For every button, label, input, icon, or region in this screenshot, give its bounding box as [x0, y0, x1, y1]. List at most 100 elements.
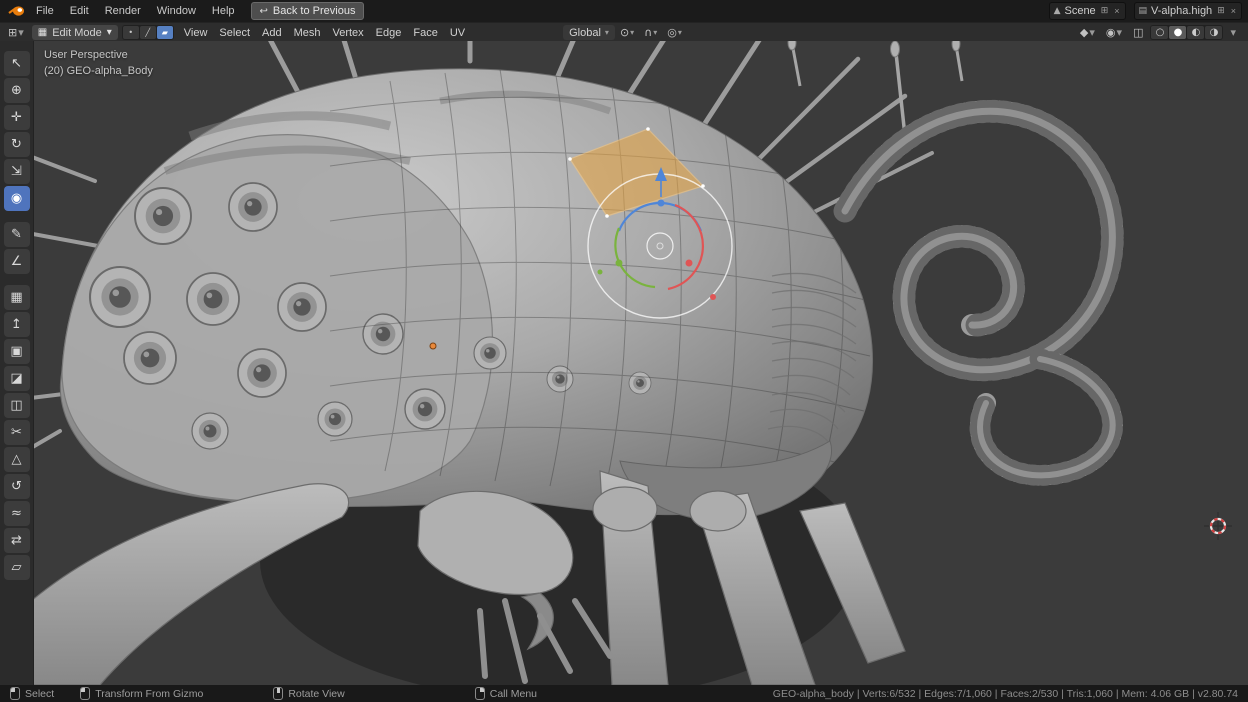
overlays-icon: ◉	[1106, 26, 1116, 39]
active-object-label: (20) GEO-alpha_Body	[44, 63, 153, 79]
tool-inset-faces[interactable]: ▣	[4, 339, 30, 364]
perspective-label: User Perspective	[44, 47, 153, 63]
gizmos-dropdown[interactable]: ◆ ▾	[1076, 26, 1099, 39]
tool-smooth[interactable]: ≈	[4, 501, 30, 526]
new-view-layer-icon[interactable]: ⊞	[1216, 6, 1226, 16]
snap-magnet-icon: ∩	[644, 26, 652, 39]
mouse-right-icon	[475, 687, 485, 700]
hint-select-label: Select	[25, 688, 54, 700]
tool-select-box[interactable]: ↖	[4, 51, 30, 76]
editor-type-icon: ⊞	[8, 26, 17, 39]
orientation-label: Global	[569, 27, 601, 39]
mode-dropdown[interactable]: ▦ Edit Mode ▾	[32, 25, 118, 40]
menu-edge[interactable]: Edge	[370, 27, 408, 39]
menu-add[interactable]: Add	[256, 27, 288, 39]
chevron-down-icon: ▾	[1230, 26, 1236, 39]
shading-solid-button[interactable]: ●	[1169, 26, 1186, 39]
mode-label: Edit Mode	[52, 27, 102, 39]
tool-annotate[interactable]: ✎	[4, 222, 30, 247]
scene-selector[interactable]: ▲ Scene ⊞ ×	[1049, 2, 1126, 20]
new-scene-icon[interactable]: ⊞	[1100, 6, 1110, 16]
vertex-select-icon: •	[128, 28, 133, 37]
blender-logo-icon[interactable]	[6, 4, 26, 18]
shading-material-icon: ◐	[1192, 27, 1201, 38]
tool-move[interactable]: ✛	[4, 105, 30, 130]
topbar: File Edit Render Window Help ↩ Back to P…	[0, 0, 1248, 22]
tool-shear[interactable]: ▱	[4, 555, 30, 580]
hint-transform-label: Transform From Gizmo	[95, 688, 203, 700]
tool-3d-cursor[interactable]: ⊕	[4, 78, 30, 103]
3d-viewport[interactable]	[0, 41, 1248, 685]
tool-rotate[interactable]: ↻	[4, 132, 30, 157]
edit-mode-icon: ▦	[38, 27, 47, 38]
tool-poly-build[interactable]: △	[4, 447, 30, 472]
hint-rotate-view-label: Rotate View	[288, 688, 344, 700]
tool-scale[interactable]: ⇲	[4, 159, 30, 184]
menu-face[interactable]: Face	[407, 27, 443, 39]
view-layer-icon: ▤	[1139, 6, 1148, 16]
tool-transform[interactable]: ◉	[4, 186, 30, 211]
overlays-dropdown[interactable]: ◉ ▾	[1102, 26, 1126, 39]
transform-orientation-dropdown[interactable]: Global ▾	[563, 25, 615, 40]
editor-type-button[interactable]: ⊞ ▾	[4, 26, 28, 39]
mouse-middle-icon	[273, 687, 283, 700]
chevron-down-icon: ▾	[1117, 26, 1123, 39]
blender-window: File Edit Render Window Help ↩ Back to P…	[0, 0, 1248, 702]
menu-uv[interactable]: UV	[444, 27, 471, 39]
menu-edit[interactable]: Edit	[62, 0, 97, 22]
shading-rendered-button[interactable]: ◑	[1205, 26, 1222, 39]
shading-rendered-icon: ◑	[1210, 27, 1219, 38]
tool-extrude-region[interactable]: ↥	[4, 312, 30, 337]
tool-spin[interactable]: ↺	[4, 474, 30, 499]
menu-mesh[interactable]: Mesh	[288, 27, 327, 39]
tool-knife[interactable]: ✂	[4, 420, 30, 445]
tool-bevel[interactable]: ◪	[4, 366, 30, 391]
face-select-icon: ▰	[162, 28, 168, 37]
menu-select[interactable]: Select	[213, 27, 256, 39]
menu-vertex[interactable]: Vertex	[326, 27, 369, 39]
viewport-options-cluster: ◆ ▾ ◉ ▾ ◫ ○ ● ◐ ◑ ▾	[1076, 25, 1244, 40]
vertex-select-button[interactable]: •	[123, 26, 139, 39]
chevron-down-icon: ▾	[630, 28, 634, 37]
back-to-previous-button[interactable]: ↩ Back to Previous	[251, 2, 365, 20]
xray-toggle[interactable]: ◫	[1129, 26, 1147, 39]
menu-file[interactable]: File	[28, 0, 62, 22]
menu-render[interactable]: Render	[97, 0, 149, 22]
tool-shelf: ↖ ⊕ ✛ ↻ ⇲ ◉ ✎ ∠ ▦ ↥ ▣ ◪ ◫ ✂ △ ↺ ≈ ⇄ ▱	[0, 41, 34, 685]
chevron-down-icon: ▾	[605, 28, 609, 37]
edge-select-icon: ╱	[145, 28, 150, 37]
tool-loop-cut[interactable]: ◫	[4, 393, 30, 418]
menu-window[interactable]: Window	[149, 0, 204, 22]
shading-wireframe-button[interactable]: ○	[1151, 26, 1168, 39]
menu-view[interactable]: View	[178, 27, 214, 39]
pivot-point-icon: ⊙	[620, 26, 629, 39]
chevron-down-icon: ▾	[678, 28, 682, 37]
snap-toggle[interactable]: ∩ ▾	[639, 26, 662, 39]
gizmos-icon: ◆	[1080, 26, 1088, 39]
tool-edge-slide[interactable]: ⇄	[4, 528, 30, 553]
remove-view-layer-icon[interactable]: ×	[1230, 6, 1237, 16]
hint-select: Select	[10, 687, 54, 700]
shading-dropdown[interactable]: ▾	[1226, 26, 1240, 39]
unlink-scene-icon[interactable]: ×	[1113, 6, 1120, 16]
viewport-header: ⊞ ▾ ▦ Edit Mode ▾ • ╱ ▰ View Select Add …	[0, 22, 1248, 42]
face-select-button[interactable]: ▰	[157, 26, 173, 39]
shading-solid-icon: ●	[1174, 27, 1183, 38]
proportional-editing-toggle[interactable]: ◎ ▾	[662, 26, 687, 39]
xray-icon: ◫	[1133, 26, 1143, 39]
scene-icon: ▲	[1054, 6, 1061, 16]
shading-wireframe-icon: ○	[1156, 27, 1165, 38]
chevron-down-icon: ▾	[653, 28, 657, 37]
edge-select-button[interactable]: ╱	[140, 26, 156, 39]
object-origin-dot	[430, 343, 436, 349]
shading-material-button[interactable]: ◐	[1187, 26, 1204, 39]
view-layer-selector[interactable]: ▤ V-alpha.high ⊞ ×	[1134, 2, 1243, 20]
tool-measure[interactable]: ∠	[4, 249, 30, 274]
hint-transform-from-gizmo: Transform From Gizmo	[80, 687, 203, 700]
menu-help[interactable]: Help	[204, 0, 243, 22]
tool-add-cube[interactable]: ▦	[4, 285, 30, 310]
viewport-info-overlay: User Perspective (20) GEO-alpha_Body	[44, 47, 153, 79]
back-arrow-icon: ↩	[260, 6, 268, 17]
shading-mode-group: ○ ● ◐ ◑	[1150, 25, 1223, 40]
pivot-point-dropdown[interactable]: ⊙ ▾	[615, 26, 639, 39]
